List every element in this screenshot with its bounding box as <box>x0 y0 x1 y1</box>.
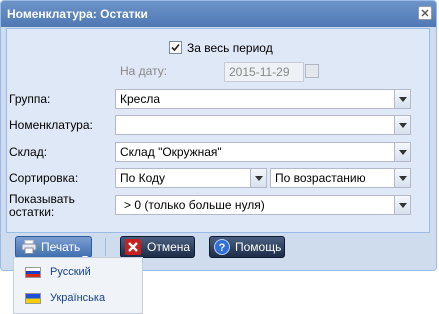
calendar-icon[interactable] <box>305 64 319 78</box>
cancel-button-label: Отмена <box>147 240 191 254</box>
menu-item-russian[interactable]: Русский <box>14 260 142 286</box>
menu-item-ukrainian[interactable]: Українська <box>14 286 142 312</box>
sort-field-dropdown-trigger[interactable] <box>250 168 267 188</box>
sort-field-select[interactable]: По Коду <box>115 168 267 188</box>
close-icon[interactable] <box>418 6 432 20</box>
warehouse-dropdown-trigger[interactable] <box>394 142 411 162</box>
cancel-button[interactable]: Отмена <box>120 236 195 258</box>
group-value: Кресла <box>120 92 161 106</box>
warehouse-select[interactable]: Склад "Окружная" <box>115 142 411 162</box>
nomenclature-label: Номенклатура: <box>9 118 93 132</box>
sort-order-dropdown-trigger[interactable] <box>394 168 411 188</box>
report-window: Номенклатура: Остатки За весь период На … <box>0 0 437 271</box>
show-remains-value: > 0 (только больше нуля) <box>124 198 265 212</box>
svg-text:?: ? <box>219 242 226 254</box>
chevron-down-icon <box>399 123 407 128</box>
chevron-down-icon <box>399 97 407 102</box>
show-remains-label-line1: Показывать <box>9 192 75 206</box>
russia-flag-icon <box>25 267 41 278</box>
window-title: Номенклатура: Остатки <box>7 7 148 21</box>
show-remains-dropdown-trigger[interactable] <box>394 195 411 215</box>
window-titlebar[interactable]: Номенклатура: Остатки <box>1 1 436 27</box>
print-button[interactable]: Печать <box>15 236 92 260</box>
chevron-down-icon <box>399 203 407 208</box>
sorting-label: Сортировка: <box>9 171 79 185</box>
show-remains-label-line2: остатки: <box>9 205 55 219</box>
sort-order-value: По возрастанию <box>275 171 366 185</box>
toolbar-separator <box>105 238 106 256</box>
form-panel: За весь период На дату: 2015-11-29 Групп… <box>6 28 430 233</box>
warehouse-label: Склад: <box>9 145 48 159</box>
help-icon: ? <box>214 239 230 261</box>
chevron-down-icon <box>399 150 407 155</box>
help-button-label: Помощь <box>235 240 282 254</box>
chevron-down-icon <box>255 176 263 181</box>
print-button-label: Печать <box>41 240 81 254</box>
on-date-label: На дату: <box>120 64 168 78</box>
help-button[interactable]: ? Помощь <box>209 236 285 258</box>
whole-period-label: За весь период <box>187 41 273 55</box>
ukraine-flag-icon <box>25 293 41 304</box>
show-remains-select[interactable]: > 0 (только больше нуля) <box>115 195 411 215</box>
on-date-value: 2015-11-29 <box>229 65 290 79</box>
on-date-field[interactable]: 2015-11-29 <box>224 62 304 82</box>
sort-order-select[interactable]: По возрастанию <box>270 168 411 188</box>
nomenclature-dropdown-trigger[interactable] <box>394 115 411 135</box>
nomenclature-select[interactable] <box>115 115 411 135</box>
group-dropdown-trigger[interactable] <box>394 89 411 109</box>
menu-item-label: Русский <box>50 266 91 278</box>
sort-field-value: По Коду <box>120 171 166 185</box>
warehouse-value: Склад "Окружная" <box>120 145 222 159</box>
group-label: Группа: <box>9 92 51 106</box>
whole-period-checkbox[interactable] <box>169 41 182 54</box>
group-select[interactable]: Кресла <box>115 89 411 109</box>
chevron-down-icon <box>399 176 407 181</box>
print-language-menu: Русский Українська <box>13 257 143 314</box>
show-remains-label: Показывать остатки: <box>9 193 75 219</box>
menu-item-label: Українська <box>50 292 106 304</box>
